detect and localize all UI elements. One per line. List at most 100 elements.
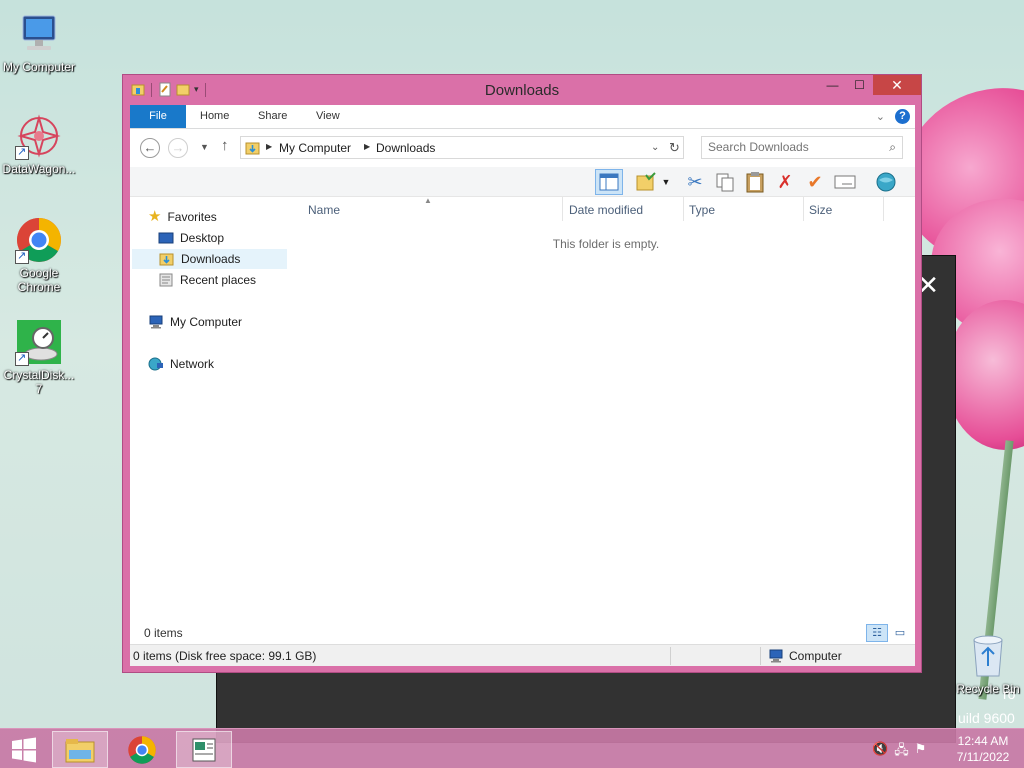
tab-share[interactable]: Share [244, 105, 301, 128]
address-dropdown-icon[interactable]: ⌄ [651, 142, 659, 153]
forward-button[interactable]: → [168, 138, 188, 158]
desktop-icon-datawagon[interactable]: DataWagon... [0, 112, 78, 176]
recent-places-icon [159, 273, 173, 287]
watermark-build-text: uild 9600 [958, 710, 1015, 726]
desktop-icon-label: Google Chrome [17, 266, 61, 294]
nav-item-downloads[interactable]: Downloads [132, 249, 287, 269]
maximize-button[interactable]: ☐ [846, 75, 873, 95]
up-arrow-icon[interactable]: ↑ [221, 137, 229, 154]
clock-time: 12:44 AM [957, 734, 1009, 748]
windows-logo-icon [12, 737, 36, 763]
column-header-type[interactable]: Type [689, 203, 715, 217]
breadcrumb-downloads[interactable]: Downloads [376, 141, 435, 155]
recent-locations-chevron-icon[interactable]: ▼ [200, 142, 209, 152]
status-location-label: Computer [789, 649, 842, 663]
delete-icon[interactable]: ✗ [771, 169, 799, 195]
taskbar-file-explorer[interactable] [52, 731, 108, 768]
shortcut-arrow-icon [15, 145, 29, 160]
nav-item-label: Downloads [181, 252, 241, 266]
file-explorer-icon [65, 738, 95, 762]
status-divider [670, 647, 671, 665]
start-button[interactable] [6, 735, 42, 765]
downloads-folder-icon [245, 142, 260, 155]
desktop-icon-label: My Computer [2, 60, 76, 74]
status-divider [760, 647, 761, 665]
watermark-text: ro [1003, 686, 1016, 702]
preview-pane-button[interactable] [595, 169, 623, 195]
volume-muted-icon[interactable]: 🔇 [872, 741, 888, 763]
search-input[interactable] [708, 140, 878, 154]
window-controls: — ☐ ✕ [819, 75, 921, 95]
breadcrumb-separator-icon[interactable]: ▶ [266, 142, 272, 151]
minimize-button[interactable]: — [819, 75, 846, 95]
globe-icon[interactable] [872, 169, 900, 195]
column-headers: Name ▲ Date modified Type Size [296, 196, 886, 221]
taskbar-clock[interactable]: 12:44 AM 7/11/2022 [950, 733, 1016, 765]
nav-item-network[interactable]: Network [148, 354, 214, 374]
chevron-down-icon[interactable]: ▼ [658, 169, 674, 195]
tab-view[interactable]: View [302, 105, 354, 128]
column-header-date-modified[interactable]: Date modified [569, 203, 643, 217]
desktop-icon-google-chrome[interactable]: Google Chrome [0, 216, 78, 294]
copy-icon[interactable] [711, 169, 739, 195]
system-tray: 🔇 🖧 ⚑ [872, 741, 926, 763]
tab-file[interactable]: File [130, 105, 186, 128]
column-divider[interactable] [803, 197, 804, 221]
desktop-icon [158, 232, 174, 244]
nav-item-recent-places[interactable]: Recent places [158, 270, 256, 290]
breadcrumb-separator-icon[interactable]: ▶ [364, 142, 370, 151]
network-tray-icon[interactable]: 🖧 [894, 741, 909, 763]
nav-item-my-computer[interactable]: My Computer [148, 312, 242, 332]
address-row: ← → ▼ ↑ ▶ My Computer ▶ Downloads ⌄ ↻ ⌕ [130, 129, 915, 167]
star-icon: ★ [148, 208, 162, 225]
column-header-size[interactable]: Size [809, 203, 832, 217]
window-title: Downloads [484, 82, 560, 99]
taskbar: 🔇 🖧 ⚑ 12:44 AM 7/11/2022 [0, 728, 1024, 768]
nav-item-label: Recent places [180, 273, 257, 287]
column-divider[interactable] [683, 197, 684, 221]
nav-item-label: My Computer [170, 315, 243, 329]
nav-item-favorites[interactable]: ★ Favorites [148, 207, 217, 227]
folder-options-button[interactable] [633, 169, 661, 195]
network-icon [148, 357, 163, 371]
tab-home[interactable]: Home [186, 105, 243, 128]
crystaldisk-icon [15, 318, 63, 366]
expand-ribbon-icon[interactable]: ⌄ [876, 110, 885, 123]
large-icons-view-button[interactable]: ▭ [889, 624, 911, 642]
details-view-button[interactable]: ☷ [866, 624, 888, 642]
taskbar-google-chrome[interactable] [114, 731, 170, 768]
status-disk-space: 0 items (Disk free space: 99.1 GB) [133, 649, 317, 663]
desktop-icon-my-computer[interactable]: My Computer [0, 10, 78, 74]
nav-item-desktop[interactable]: Desktop [158, 228, 224, 248]
column-divider[interactable] [562, 197, 563, 221]
taskbar-app-window[interactable] [176, 731, 232, 768]
nav-item-label: Desktop [180, 231, 225, 245]
column-header-name[interactable]: Name [308, 203, 340, 217]
paste-icon[interactable] [741, 169, 769, 195]
desktop-icon-crystaldisk[interactable]: CrystalDisk... 7 [0, 318, 78, 396]
computer-icon [15, 10, 63, 58]
action-center-icon[interactable]: ⚑ [915, 741, 927, 763]
refresh-icon[interactable]: ↻ [669, 140, 680, 156]
search-icon[interactable]: ⌕ [889, 140, 896, 155]
items-count: 0 items [144, 626, 183, 640]
close-button[interactable]: ✕ [873, 75, 921, 95]
rename-icon[interactable] [831, 169, 859, 195]
cut-icon[interactable]: ✂ [681, 169, 709, 195]
chrome-icon [15, 216, 63, 264]
status-bar: 0 items (Disk free space: 99.1 GB) Compu… [130, 644, 915, 666]
desktop-icon-label: DataWagon... [2, 162, 76, 176]
wallpaper-petal [945, 300, 1024, 450]
back-button[interactable]: ← [140, 138, 160, 158]
downloads-folder-icon [159, 253, 174, 266]
search-box: ⌕ [701, 136, 903, 159]
navigation-pane: ★ Favorites Desktop Downloads Recent pla… [130, 197, 292, 622]
column-divider[interactable] [883, 197, 884, 221]
help-icon[interactable]: ? [895, 109, 910, 124]
checkmark-icon[interactable]: ✔ [801, 169, 829, 195]
title-bar[interactable]: ▾ Downloads — ☐ ✕ [123, 75, 921, 105]
breadcrumb-my-computer[interactable]: My Computer [279, 141, 351, 155]
chrome-icon [128, 735, 156, 764]
address-bar[interactable]: ▶ My Computer ▶ Downloads ⌄ ↻ [240, 136, 684, 159]
datawagon-icon [15, 112, 63, 160]
